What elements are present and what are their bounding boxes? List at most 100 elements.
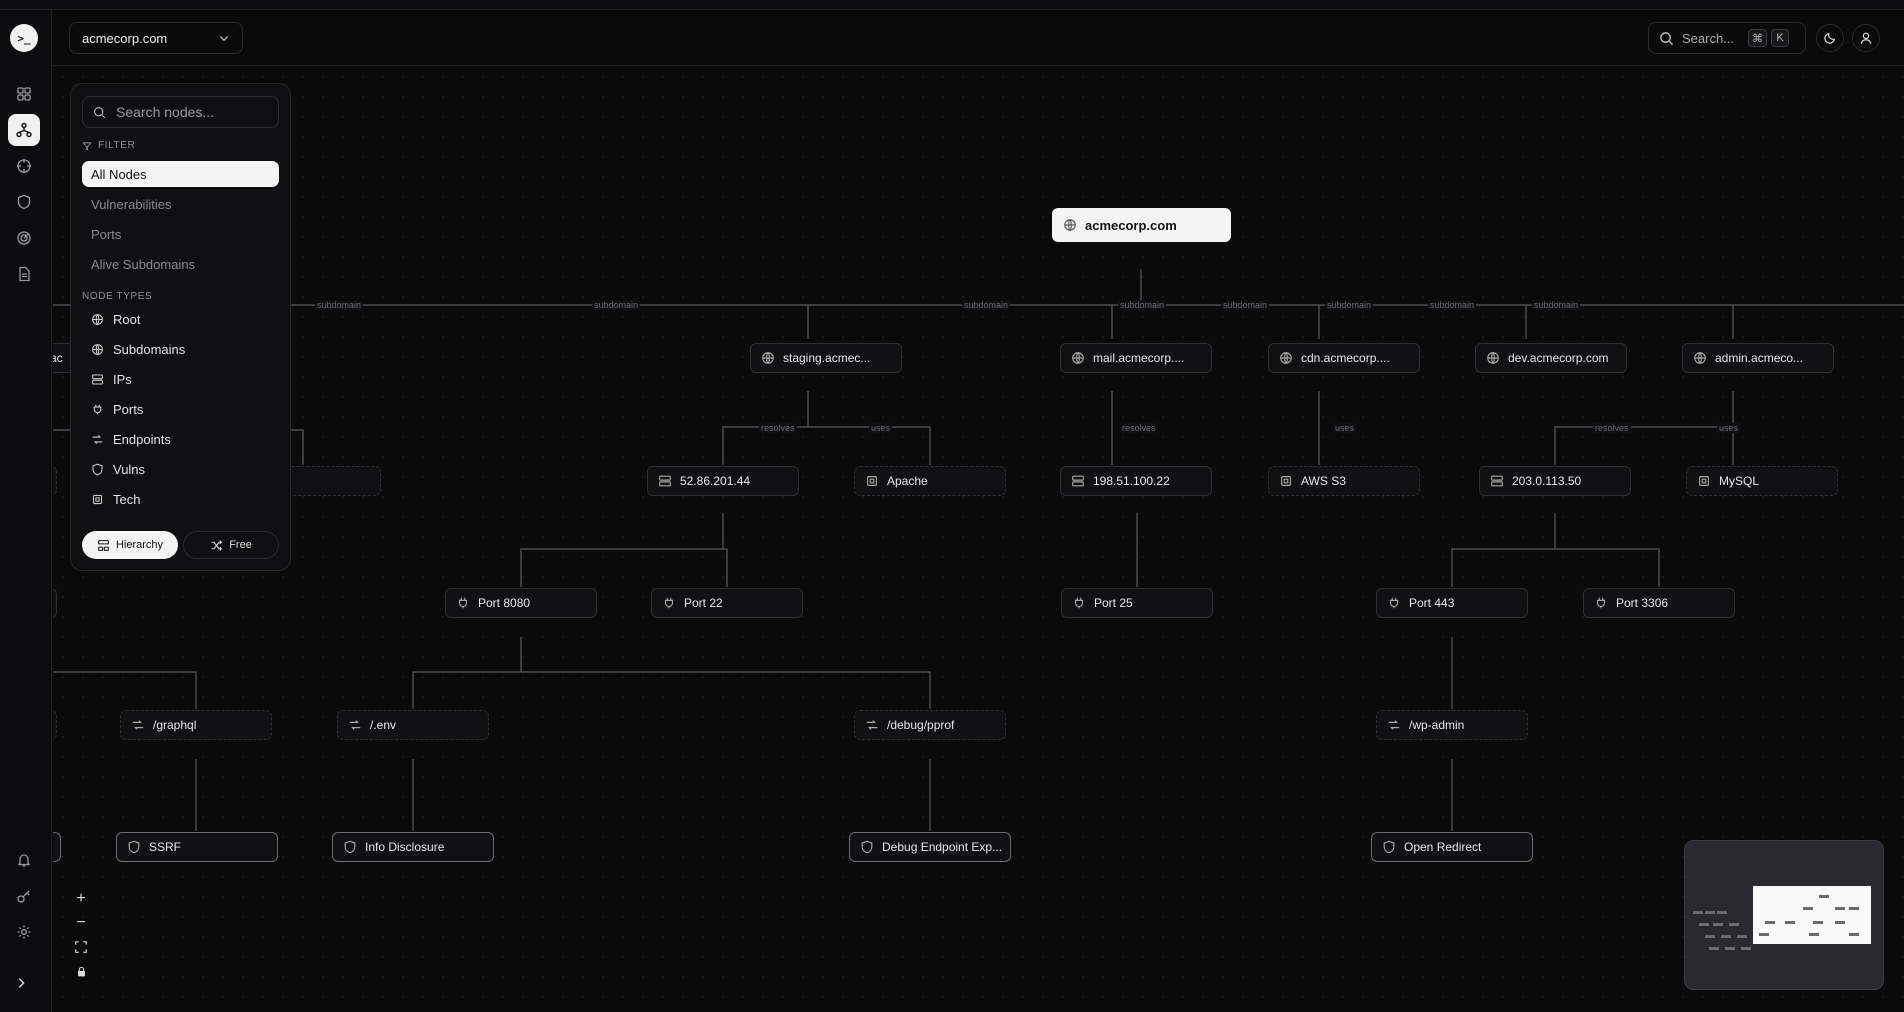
port-node[interactable]: Port 443 xyxy=(1376,588,1528,618)
node-label: /.env xyxy=(370,718,397,732)
app-logo[interactable]: >_ xyxy=(10,24,38,52)
ip-node[interactable]: 52.86.201.44 xyxy=(647,466,799,496)
filter-panel: FILTER All Nodes Vulnerabilities Ports A… xyxy=(70,83,291,571)
node-type-tech[interactable]: Tech xyxy=(91,488,140,510)
domain-select-value: acmecorp.com xyxy=(82,30,168,46)
graph-canvas[interactable]: subdomain subdomain subdomain subdomain … xyxy=(53,67,1904,1012)
tech-node[interactable]: AWS S3 xyxy=(1268,466,1420,496)
node-label: /graphql xyxy=(153,718,197,732)
minimap-node xyxy=(1721,935,1731,938)
node-label: Debug Endpoint Exp... xyxy=(882,840,1003,854)
subdomain-node[interactable]: staging.acmec... xyxy=(750,343,902,373)
graph-nav-icon[interactable] xyxy=(8,114,40,146)
endpoint-node[interactable]: /graphql xyxy=(120,710,272,740)
node-label: 198.51.100.22 xyxy=(1093,474,1170,488)
edge-label-subdomain: subdomain xyxy=(1428,300,1477,310)
subdomain-node[interactable]: mail.acmecorp.... xyxy=(1060,343,1212,373)
edge-label-subdomain: subdomain xyxy=(1532,300,1581,310)
endpoint-node[interactable]: /wp-admin xyxy=(1376,710,1528,740)
node-type-subdomains[interactable]: Subdomains xyxy=(91,338,185,360)
filter-section-title: FILTER xyxy=(82,140,135,151)
dashboard-nav-icon[interactable] xyxy=(8,78,40,110)
partial-node[interactable] xyxy=(53,832,61,862)
search-icon xyxy=(94,106,106,118)
layout-hierarchy-button[interactable]: Hierarchy xyxy=(82,531,178,559)
node-label: Port 8080 xyxy=(478,596,531,610)
key-icon[interactable] xyxy=(8,880,40,912)
subdomain-node[interactable]: dev.acmecorp.com xyxy=(1475,343,1627,373)
shield-icon xyxy=(92,463,103,475)
shield-icon xyxy=(128,840,140,854)
globe-icon xyxy=(1694,352,1706,364)
minimap-node xyxy=(1693,911,1703,914)
node-label: admin.acmeco... xyxy=(1715,351,1804,365)
minimap-node xyxy=(1849,933,1859,936)
chip-icon xyxy=(1699,476,1709,486)
root-node-label: acmecorp.com xyxy=(1085,217,1177,233)
global-search-button[interactable]: Search... ⌘ K xyxy=(1648,22,1806,54)
shield-nav-icon[interactable] xyxy=(8,186,40,218)
edge-label-subdomain: subdomain xyxy=(315,300,364,310)
minimap-node xyxy=(1803,907,1813,910)
subdomain-node[interactable]: admin.acmeco... xyxy=(1682,343,1834,373)
minimap-node xyxy=(1717,911,1727,914)
node-type-ports[interactable]: Ports xyxy=(91,398,143,420)
endpoint-node[interactable]: /.env xyxy=(337,710,489,740)
filter-all-nodes[interactable]: All Nodes xyxy=(82,161,279,187)
partial-node[interactable] xyxy=(53,466,57,496)
node-search-box[interactable] xyxy=(82,96,279,128)
fit-view-icon[interactable] xyxy=(70,935,92,959)
minimap-node xyxy=(1813,921,1823,924)
port-node[interactable]: Port 25 xyxy=(1061,588,1213,618)
theme-toggle-moon-icon[interactable] xyxy=(1816,24,1844,52)
node-type-vulns[interactable]: Vulns xyxy=(91,458,145,480)
settings-gear-icon[interactable] xyxy=(8,916,40,948)
report-nav-icon[interactable] xyxy=(8,258,40,290)
vuln-node[interactable]: SSRF xyxy=(116,832,278,862)
tech-node[interactable]: MySQL xyxy=(1686,466,1838,496)
user-avatar-icon[interactable] xyxy=(1852,24,1880,52)
globe-icon xyxy=(92,343,103,355)
node-label: Port 3306 xyxy=(1616,596,1669,610)
globe-icon xyxy=(1280,352,1292,364)
layout-free-button[interactable]: Free xyxy=(183,531,279,559)
zoom-controls: + − xyxy=(70,887,92,983)
partial-node[interactable] xyxy=(53,710,57,740)
port-node[interactable]: Port 8080 xyxy=(445,588,597,618)
node-types-section-title: NODE TYPES xyxy=(82,291,153,302)
zoom-in-plus-icon[interactable]: + xyxy=(70,887,92,911)
endpoint-node[interactable]: /debug/pprof xyxy=(854,710,1006,740)
port-node[interactable]: Port 22 xyxy=(651,588,803,618)
expand-sidebar-chevron-icon[interactable] xyxy=(14,976,28,995)
bell-icon[interactable] xyxy=(8,844,40,876)
node-search-input[interactable] xyxy=(116,104,266,120)
filter-vulnerabilities[interactable]: Vulnerabilities xyxy=(82,191,279,217)
target-nav-icon[interactable] xyxy=(8,150,40,182)
minimap-node xyxy=(1835,921,1845,924)
zoom-out-minus-icon[interactable]: − xyxy=(70,911,92,935)
node-type-endpoints[interactable]: Endpoints xyxy=(91,428,171,450)
lock-icon[interactable] xyxy=(70,959,92,983)
node-type-root[interactable]: Root xyxy=(91,308,140,330)
ip-node[interactable]: 203.0.113.50 xyxy=(1479,466,1631,496)
domain-select[interactable]: acmecorp.com xyxy=(69,22,243,54)
node-label: 52.86.201.44 xyxy=(680,474,751,488)
minimap-node xyxy=(1741,947,1751,950)
tech-node[interactable]: Apache xyxy=(854,466,1006,496)
root-node[interactable]: acmecorp.com xyxy=(1052,208,1231,242)
port-node[interactable]: Port 3306 xyxy=(1583,588,1735,618)
filter-ports[interactable]: Ports xyxy=(82,221,279,247)
node-type-ips[interactable]: IPs xyxy=(91,368,132,390)
vuln-node[interactable]: Info Disclosure xyxy=(332,832,494,862)
minimap[interactable] xyxy=(1684,840,1884,990)
radar-nav-icon[interactable] xyxy=(8,222,40,254)
filter-alive-subdomains[interactable]: Alive Subdomains xyxy=(82,251,279,277)
minimap-node xyxy=(1729,923,1739,926)
vuln-node[interactable]: Debug Endpoint Exp... xyxy=(849,832,1011,862)
globe-icon xyxy=(92,313,103,325)
ip-node[interactable]: 198.51.100.22 xyxy=(1060,466,1212,496)
partial-node[interactable] xyxy=(53,588,57,618)
vuln-node[interactable]: Open Redirect xyxy=(1371,832,1533,862)
chip-icon xyxy=(92,494,103,504)
subdomain-node[interactable]: cdn.acmecorp.... xyxy=(1268,343,1420,373)
